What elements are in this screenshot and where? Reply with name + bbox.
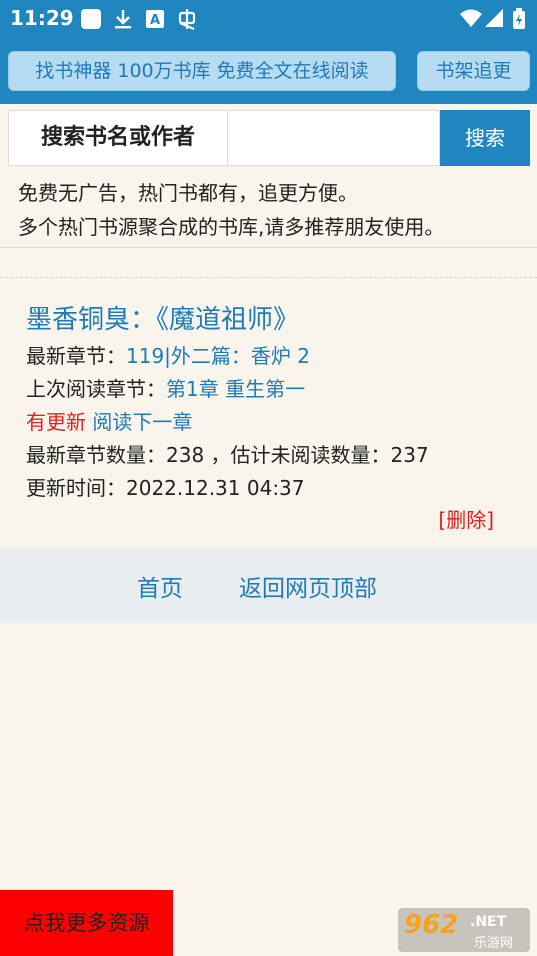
delete-link[interactable]: [删除] <box>408 504 494 533</box>
footer-nav: 首页 返回网页顶部 <box>0 547 537 623</box>
divider <box>0 247 537 248</box>
divider-dashed <box>0 277 537 278</box>
wifi-icon <box>460 8 482 32</box>
more-resources-button[interactable]: 点我更多资源 <box>0 890 173 956</box>
last-read-link[interactable]: 第1章 重生第一 <box>166 377 305 401</box>
watermark-number: 962 <box>404 910 459 940</box>
search-input[interactable] <box>228 110 440 166</box>
watermark-logo: 962 .NET 乐游网 <box>398 908 530 952</box>
last-read-label: 上次阅读章节： <box>26 377 166 401</box>
last-read-row: 上次阅读章节：第1章 重生第一 <box>26 373 516 406</box>
download-icon <box>112 8 134 30</box>
chapter-counts: 最新章节数量：238 ，估计未阅读数量：237 <box>26 443 429 467</box>
app-a-icon: A <box>144 8 166 30</box>
intro-text: 免费无广告，热门书都有，追更方便。 多个热门书源聚合成的书库,请多推荐朋友使用。 <box>18 176 528 244</box>
status-time: 11:29 <box>10 6 74 30</box>
read-next-link[interactable]: 阅读下一章 <box>92 410 192 434</box>
latest-chapter-label: 最新章节： <box>26 344 126 368</box>
battery-icon <box>512 8 526 34</box>
book-card: 墨香铜臭：《魔道祖师》 最新章节：119|外二篇：香炉 2 上次阅读章节：第1章… <box>26 300 516 505</box>
update-time: 更新时间：2022.12.31 04:37 <box>26 476 305 500</box>
latest-chapter-row: 最新章节：119|外二篇：香炉 2 <box>26 340 516 373</box>
intro-line-2: 多个热门书源聚合成的书库,请多推荐朋友使用。 <box>18 215 445 239</box>
book-title-link[interactable]: 墨香铜臭：《魔道祖师》 <box>26 300 516 340</box>
latest-chapter-link[interactable]: 119|外二篇：香炉 2 <box>126 344 310 368</box>
notification-square-icon <box>80 8 102 30</box>
top-bar: 找书神器 100万书库 免费全文在线阅读 书架追更 <box>0 38 537 104</box>
watermark-net: .NET <box>470 914 507 930</box>
intro-line-1: 免费无广告，热门书都有，追更方便。 <box>18 181 358 205</box>
search-label: 搜索书名或作者 <box>8 110 228 166</box>
slogan-button[interactable]: 找书神器 100万书库 免费全文在线阅读 <box>8 51 396 91</box>
bug-icon <box>176 8 198 31</box>
status-bar: 11:29 A <box>0 0 537 38</box>
search-bar: 搜索书名或作者 搜索 <box>8 110 530 166</box>
search-button[interactable]: 搜索 <box>440 110 530 166</box>
svg-text:A: A <box>150 13 160 28</box>
home-link[interactable]: 首页 <box>137 569 183 603</box>
watermark-text: 乐游网 <box>474 936 514 951</box>
update-flag: 有更新 <box>26 410 86 434</box>
update-row: 有更新 阅读下一章 <box>26 406 516 439</box>
back-to-top-link[interactable]: 返回网页顶部 <box>239 569 377 603</box>
bookshelf-button[interactable]: 书架追更 <box>417 51 530 91</box>
signal-icon <box>484 8 504 32</box>
